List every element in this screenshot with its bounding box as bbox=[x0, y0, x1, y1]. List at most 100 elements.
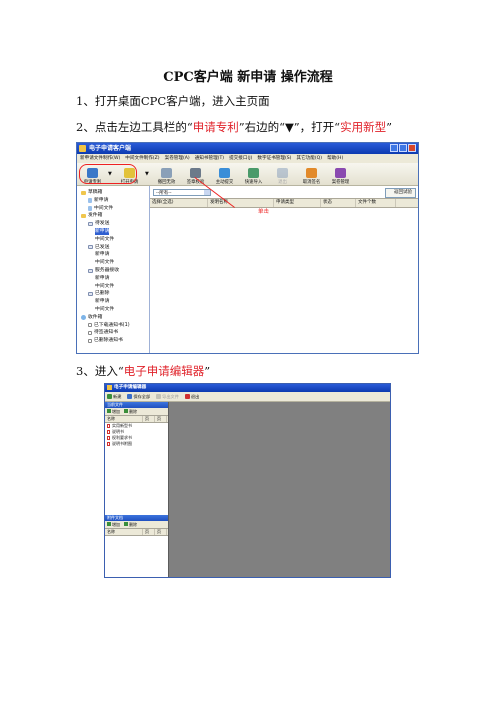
panel-column-header[interactable]: 页 bbox=[143, 416, 155, 422]
step-2-prefix: 2、点击左边工具栏的“ bbox=[76, 120, 193, 134]
step-2-text: 2、点击左边工具栏的“申请专利”右边的“▼”，打开“实用新型” bbox=[76, 119, 392, 135]
tree-item[interactable]: 中间文件 bbox=[95, 283, 114, 290]
panel-column-header[interactable]: 页 bbox=[143, 529, 155, 535]
panel-tool-label: 删除 bbox=[129, 521, 137, 527]
tree-item[interactable]: 中间文件 bbox=[95, 236, 114, 243]
panel-column-header[interactable]: 名称 bbox=[105, 416, 143, 422]
step-2-middle: ”右边的“▼”，打开“ bbox=[238, 120, 341, 134]
editor-tool-label: 新建 bbox=[113, 393, 122, 399]
tree-item-label: 待签通知书 bbox=[94, 330, 118, 336]
undo-icon bbox=[161, 168, 172, 178]
menu-item[interactable]: 帮助(H) bbox=[327, 154, 343, 163]
tree-item-label: 已下载通知书(1) bbox=[94, 322, 130, 328]
editor-tool-icon bbox=[107, 394, 112, 399]
step-2-highlight-apply: 申请专利 bbox=[192, 120, 239, 134]
tree-item[interactable]: 草稿箱 bbox=[81, 189, 102, 196]
column-header[interactable]: 文件个数 bbox=[356, 199, 396, 207]
page-title: CPC客户端 新申请 操作流程 bbox=[163, 70, 333, 85]
column-header[interactable]: 发明名称 bbox=[208, 199, 274, 207]
app-icon bbox=[79, 145, 86, 152]
menu-item[interactable]: 数字证书管理(S) bbox=[257, 154, 291, 163]
menu-item[interactable]: 新申请文件制作(W) bbox=[80, 154, 120, 163]
toolbar-button-books[interactable]: 案卷管理 bbox=[327, 164, 354, 185]
panel-column-header[interactable]: 页 bbox=[155, 416, 167, 422]
editor-toolbar-button[interactable]: 退出 bbox=[184, 394, 199, 400]
tree-item[interactable]: 收件箱 bbox=[81, 314, 102, 321]
maximize-icon[interactable] bbox=[399, 144, 407, 152]
tree-item[interactable]: 新申请 bbox=[95, 251, 109, 258]
close-icon[interactable] bbox=[408, 144, 416, 152]
tree-item[interactable]: 中间文件 bbox=[95, 306, 114, 313]
tree-item-label: 已删除 bbox=[95, 291, 110, 297]
menu-item[interactable]: 其它功能(Q) bbox=[296, 154, 322, 163]
toolbar-button-sign[interactable]: 签章校验 bbox=[182, 164, 209, 185]
step-3-highlight-editor: 电子申请编辑器 bbox=[123, 364, 205, 378]
tree-item[interactable]: 新申请 bbox=[95, 275, 109, 282]
tree-item[interactable]: 中间文件 bbox=[88, 205, 113, 212]
panel-column-header[interactable]: 名称 bbox=[105, 529, 143, 535]
panel-column-header[interactable]: 页 bbox=[155, 529, 167, 535]
column-header[interactable]: 状态 bbox=[321, 199, 356, 207]
editor-tool-icon bbox=[127, 394, 133, 399]
tree-item[interactable]: 已下载通知书(1) bbox=[88, 322, 130, 329]
doc-icon bbox=[88, 197, 92, 203]
editor-tool-label: 保存全部 bbox=[133, 393, 151, 399]
box-icon bbox=[88, 338, 92, 343]
tree-item[interactable]: 服务器接收 bbox=[88, 267, 119, 274]
editor-toolbar-button[interactable]: 新建 bbox=[107, 394, 121, 400]
current-files-header: 名称页页 bbox=[105, 415, 168, 423]
editor-app-icon bbox=[107, 385, 112, 390]
panel-tool-button[interactable]: 删除 bbox=[124, 408, 137, 415]
tree-item[interactable]: 待签通知书 bbox=[88, 329, 118, 336]
panel-tool-button[interactable]: 增加 bbox=[107, 408, 120, 415]
menu-item[interactable]: 中间文件制作(Z) bbox=[125, 154, 159, 163]
tree-item[interactable]: 发件箱 bbox=[81, 212, 102, 219]
tree-item-label: 中间文件 bbox=[95, 283, 115, 289]
toolbar-button-cancel-sign[interactable]: 取消签名 bbox=[298, 164, 325, 185]
tree-item-label: 已发送 bbox=[95, 244, 110, 250]
tree-item[interactable]: 已发送 bbox=[88, 244, 109, 251]
tree-item-label: 待发送 bbox=[95, 221, 110, 227]
tree-item[interactable]: 新申请 bbox=[88, 197, 108, 204]
tree-item[interactable]: 中间文件 bbox=[95, 259, 114, 266]
toolbar-button-exit[interactable]: 退出 bbox=[269, 164, 296, 185]
current-files-panel: 当前文件 增加 删除 名称页页 实用新型书 说明书 权利要求书 说明书附图 bbox=[105, 402, 169, 515]
toolbar-button-submit[interactable]: 主动提交 bbox=[211, 164, 238, 185]
tree-item-label: 中间文件 bbox=[95, 236, 115, 242]
document-icon bbox=[107, 430, 110, 434]
tree-item[interactable]: 新申请 bbox=[95, 298, 109, 305]
tree-item-label: 新申请 bbox=[94, 197, 109, 203]
panel-tool-label: 增加 bbox=[112, 521, 120, 527]
minimize-icon[interactable] bbox=[390, 144, 398, 152]
panel-tool-icon bbox=[124, 521, 128, 526]
env-icon bbox=[88, 221, 93, 226]
tree-item[interactable]: 已删除通知书 bbox=[88, 337, 123, 344]
panel-tool-button[interactable]: 删除 bbox=[124, 521, 137, 528]
attachments-toolbar: 增加 删除 bbox=[105, 521, 168, 528]
toolbar-button-label: 快速导入 bbox=[244, 180, 263, 185]
tree-item[interactable]: 已删除 bbox=[88, 290, 109, 297]
back-button[interactable]: 返回试验 bbox=[385, 188, 416, 198]
attachments-panel: 附件文档 增加 删除 名称页页 bbox=[105, 515, 169, 577]
column-header[interactable]: 选择(全选) bbox=[150, 199, 208, 207]
file-list-item[interactable]: 说明书附图 bbox=[105, 441, 168, 447]
menu-item[interactable]: 案卷管理(A) bbox=[165, 154, 190, 163]
tree-item[interactable]: 待发送 bbox=[88, 220, 109, 227]
editor-toolbar-button[interactable]: 导出文件 bbox=[156, 394, 179, 400]
step-3-suffix: ” bbox=[204, 364, 211, 378]
toolbar-button-import[interactable]: 快速导入 bbox=[240, 164, 267, 185]
column-header[interactable]: 申请类型 bbox=[274, 199, 321, 207]
toolbar-button-undo[interactable]: 撤回无效 bbox=[153, 164, 180, 185]
editor-toolbar-button[interactable]: 保存全部 bbox=[127, 394, 150, 400]
status-filter-select[interactable]: --所有-- bbox=[153, 188, 211, 196]
step-2-highlight-utility: 实用新型 bbox=[340, 120, 387, 134]
env-icon bbox=[88, 245, 93, 250]
highlight-circle bbox=[79, 164, 137, 184]
dropdown-arrow-icon[interactable]: ▼ bbox=[145, 171, 151, 177]
tree-item-label: 中间文件 bbox=[95, 260, 115, 266]
menu-item[interactable]: 提交接口(J) bbox=[229, 154, 252, 163]
tree-item[interactable]: 新申请 bbox=[95, 228, 110, 235]
toolbar-button-label: 取消签名 bbox=[302, 180, 321, 185]
menu-item[interactable]: 通知书管理(T) bbox=[195, 154, 224, 163]
panel-tool-button[interactable]: 增加 bbox=[107, 521, 120, 528]
